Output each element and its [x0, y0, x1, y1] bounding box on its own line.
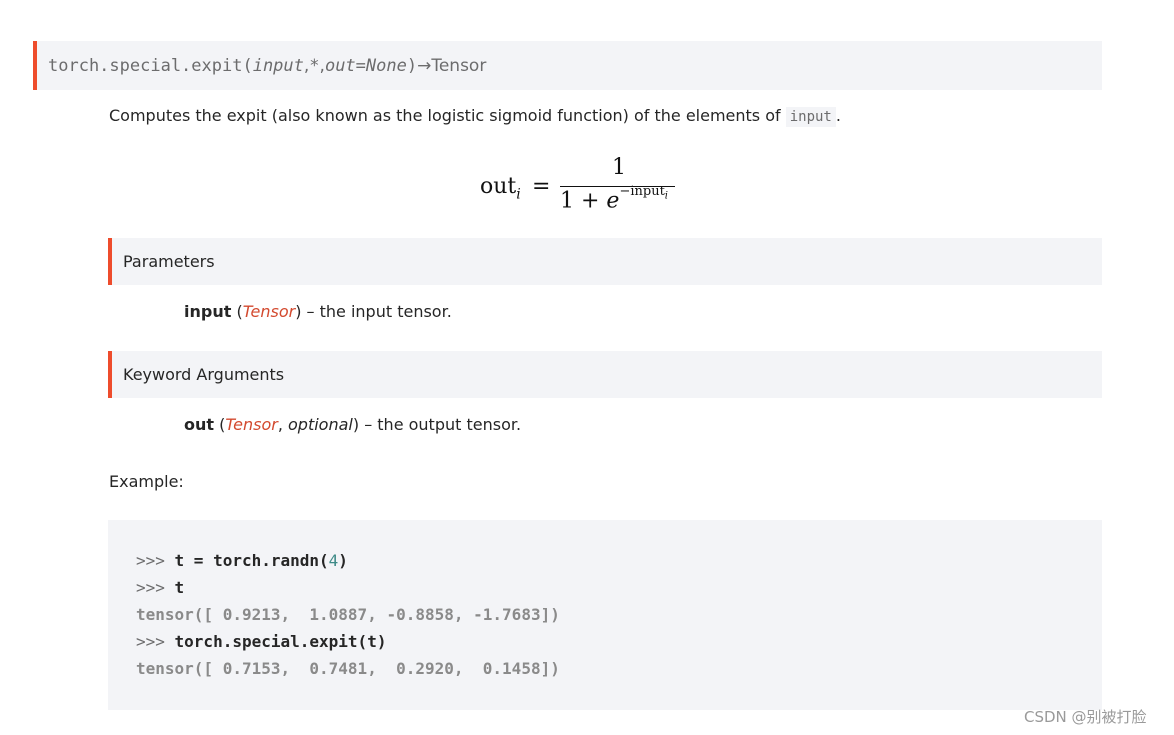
formula-equals: = [532, 174, 551, 199]
function-description: Computes the expit (also known as the lo… [109, 106, 841, 127]
inline-code-input: input [785, 107, 836, 127]
code-output-line: tensor([ 0.9213, 1.0887, -0.8858, -1.768… [136, 605, 560, 624]
kwarg-description: – the output tensor. [359, 415, 522, 434]
code-example-block: >>> t = torch.randn(4) >>> t tensor([ 0.… [108, 520, 1102, 710]
param-type-link[interactable]: Tensor [243, 302, 295, 321]
kwarg-name: out [184, 415, 215, 434]
code-line: >>> torch.special.expit(t) [136, 632, 387, 651]
formula-numerator: 1 [612, 155, 626, 180]
keyword-arguments-heading-label: Keyword Arguments [123, 365, 285, 384]
sigmoid-formula: outi = 1 1 + e−inputi [480, 155, 680, 215]
kwarg-type-link[interactable]: Tensor [225, 415, 277, 434]
code-line: >>> t [136, 578, 185, 597]
parameters-heading-label: Parameters [123, 252, 215, 271]
param-description: – the input tensor. [301, 302, 452, 321]
function-name: torch.special.expit( [48, 55, 253, 76]
description-period: . [835, 106, 841, 125]
signature-close-paren: ) [406, 55, 418, 76]
formula-denominator: 1 + e−inputi [560, 184, 668, 214]
formula-lhs: outi [480, 174, 521, 203]
code-line: >>> t = torch.randn(4) [136, 551, 348, 570]
signature-return-type[interactable]: Tensor [431, 56, 486, 76]
keyword-argument-out: out (Tensor, optional) – the output tens… [184, 415, 522, 434]
keyword-arguments-heading: Keyword Arguments [108, 351, 1102, 398]
signature-star: * [309, 55, 320, 76]
signature-arg-input: input [252, 55, 304, 76]
description-text: Computes the expit (also known as the lo… [109, 106, 786, 125]
signature-arg-out: out=None [324, 55, 407, 76]
code-output-line: tensor([ 0.7153, 0.7481, 0.2920, 0.1458]… [136, 659, 560, 678]
signature-arrow: → [417, 55, 432, 76]
parameters-heading: Parameters [108, 238, 1102, 285]
parameter-input: input (Tensor) – the input tensor. [184, 302, 452, 321]
function-signature: torch.special.expit(input, *, out=None) … [33, 41, 1102, 90]
example-label: Example: [109, 472, 184, 491]
kwarg-optional: optional [288, 415, 353, 434]
param-name: input [184, 302, 232, 321]
csdn-watermark: CSDN @别被打脸 [1024, 708, 1147, 726]
